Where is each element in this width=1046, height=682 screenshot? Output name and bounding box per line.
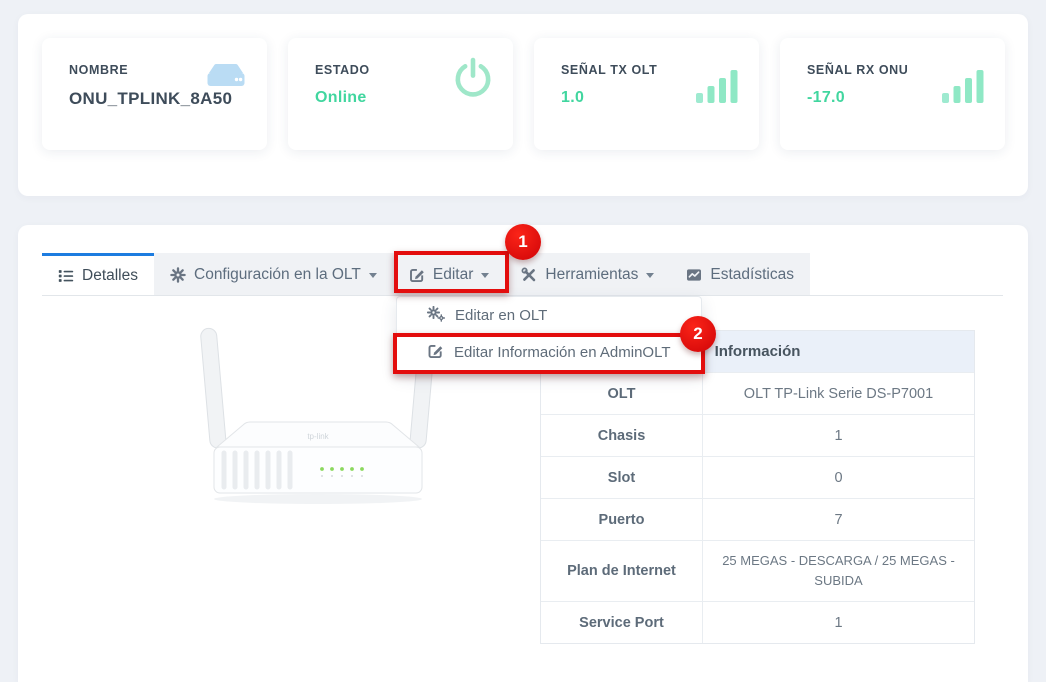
stat-card-senal-rx: SEÑAL RX ONU -17.0 bbox=[780, 38, 1005, 150]
stat-card-estado: ESTADO Online bbox=[288, 38, 513, 150]
svg-text:tp-link: tp-link bbox=[307, 432, 329, 441]
row-label: Service Port bbox=[541, 602, 703, 643]
tab-label: Herramientas bbox=[545, 266, 638, 284]
chevron-down-icon bbox=[646, 273, 654, 278]
tab-detalles[interactable]: Detalles bbox=[42, 253, 154, 296]
row-value: OLT TP-Link Serie DS-P7001 bbox=[703, 373, 974, 414]
row-label: Chasis bbox=[541, 415, 703, 456]
table-row: Slot 0 bbox=[541, 456, 974, 498]
menu-item-editar-en-olt[interactable]: Editar en OLT bbox=[397, 297, 701, 334]
details-panel: Detalles Configuración en bbox=[18, 225, 1028, 682]
gear-icon bbox=[170, 267, 186, 283]
table-row: Puerto 7 bbox=[541, 498, 974, 540]
table-row: Service Port 1 bbox=[541, 601, 974, 643]
table-row: OLT OLT TP-Link Serie DS-P7001 bbox=[541, 372, 974, 414]
chart-icon bbox=[686, 267, 702, 283]
stat-card-senal-tx: SEÑAL TX OLT 1.0 bbox=[534, 38, 759, 150]
tab-estadisticas[interactable]: Estadísticas bbox=[670, 253, 810, 296]
signal-bars-icon bbox=[941, 66, 987, 109]
row-value: 7 bbox=[703, 499, 974, 540]
signal-bars-icon bbox=[695, 66, 741, 109]
menu-item-label: Editar en OLT bbox=[455, 307, 547, 324]
stat-card-nombre: NOMBRE ONU_TPLINK_8A50 bbox=[42, 38, 267, 150]
info-table: Información OLT OLT TP-Link Serie DS-P70… bbox=[540, 330, 975, 644]
onu-details-page: NOMBRE ONU_TPLINK_8A50 ESTADO Online bbox=[0, 0, 1046, 682]
tools-icon bbox=[521, 267, 537, 283]
row-label: OLT bbox=[541, 373, 703, 414]
chevron-down-icon bbox=[369, 273, 377, 278]
tab-label: Configuración en la OLT bbox=[194, 266, 361, 284]
annotation-step-badge: 1 bbox=[505, 224, 541, 260]
row-value: 1 bbox=[703, 602, 974, 643]
router-icon bbox=[203, 60, 249, 97]
row-label: Plan de Internet bbox=[541, 541, 703, 601]
row-value: 25 MEGAS - DESCARGA / 25 MEGAS - SUBIDA bbox=[703, 541, 974, 601]
tab-configuracion-olt[interactable]: Configuración en la OLT bbox=[154, 253, 393, 296]
tab-label: Detalles bbox=[82, 267, 138, 285]
annotation-box-editar bbox=[394, 251, 509, 293]
power-icon bbox=[451, 56, 495, 107]
annotation-box-editar-informacion bbox=[393, 333, 705, 374]
tab-label: Estadísticas bbox=[710, 266, 794, 284]
gears-icon bbox=[427, 306, 445, 326]
row-value: 1 bbox=[703, 415, 974, 456]
table-row: Chasis 1 bbox=[541, 414, 974, 456]
annotation-step-badge: 2 bbox=[680, 316, 716, 352]
list-icon bbox=[58, 268, 74, 284]
stats-panel: NOMBRE ONU_TPLINK_8A50 ESTADO Online bbox=[18, 14, 1028, 196]
tab-herramientas[interactable]: Herramientas bbox=[505, 253, 670, 296]
table-row: Plan de Internet 25 MEGAS - DESCARGA / 2… bbox=[541, 540, 974, 601]
row-value: 0 bbox=[703, 457, 974, 498]
row-label: Puerto bbox=[541, 499, 703, 540]
row-label: Slot bbox=[541, 457, 703, 498]
